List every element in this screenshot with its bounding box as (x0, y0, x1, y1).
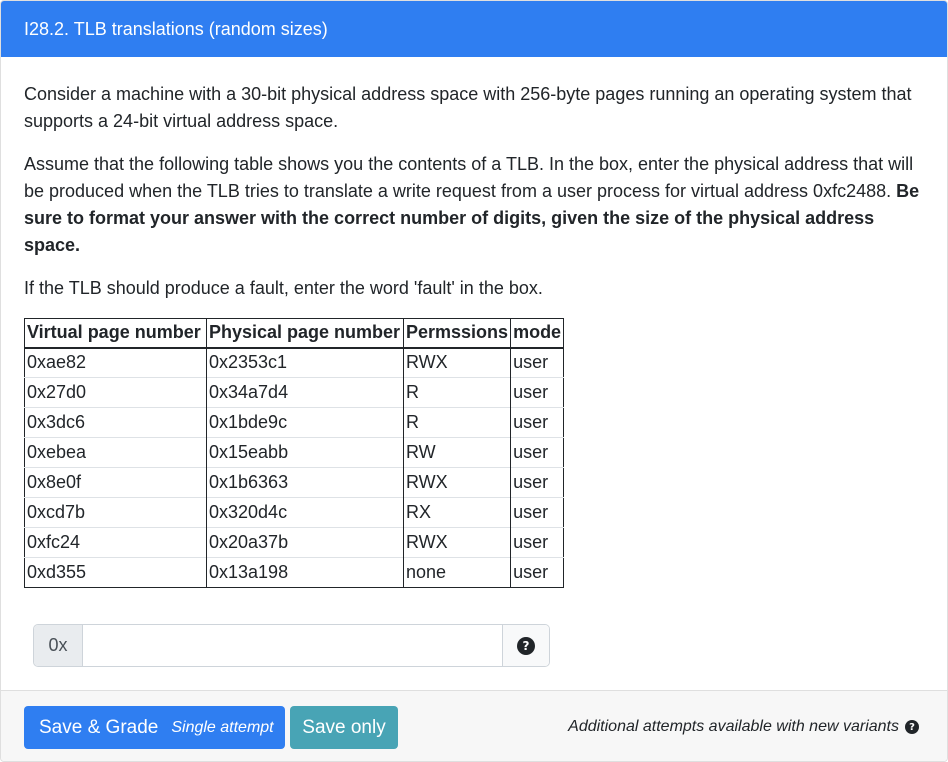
table-cell: 0xebea (24, 437, 207, 468)
table-row: 0x8e0f 0x1b6363 RWX user (24, 467, 564, 498)
save-only-button[interactable]: Save only (290, 706, 398, 749)
table-cell: user (510, 557, 564, 588)
table-cell: 0x1bde9c (206, 407, 404, 438)
question-card: I28.2. TLB translations (random sizes) C… (0, 0, 948, 762)
question-paragraph-3: If the TLB should produce a fault, enter… (24, 278, 543, 298)
question-paragraph-2-text: Assume that the following table shows yo… (24, 154, 914, 201)
table-cell: user (510, 377, 564, 408)
table-row: 0x27d0 0x34a7d4 R user (24, 377, 564, 408)
table-cell: R (403, 377, 512, 408)
table-cell: RW (403, 437, 512, 468)
table-cell: 0x20a37b (206, 527, 404, 558)
question-paragraph-2: Assume that the following table shows yo… (24, 151, 924, 259)
table-row: 0xcd7b 0x320d4c RX user (24, 497, 564, 528)
table-cell: 0x15eabb (206, 437, 404, 468)
table-cell: 0xae82 (24, 347, 207, 378)
question-circle-icon: ? (517, 636, 535, 655)
table-cell: R (403, 407, 512, 438)
table-cell: 0x320d4c (206, 497, 404, 528)
table-cell: 0x8e0f (24, 467, 207, 498)
table-cell: 0x27d0 (24, 377, 207, 408)
question-header: I28.2. TLB translations (random sizes) (1, 1, 947, 57)
table-cell: 0x34a7d4 (206, 377, 404, 408)
table-cell: none (403, 557, 512, 588)
column-header: Physical page number (206, 318, 404, 349)
save-and-grade-button[interactable]: Save & Grade Single attempt (24, 706, 285, 749)
table-header-row: Virtual page number Physical page number… (24, 318, 564, 349)
question-footer: Save & Grade Single attempt Save only Ad… (1, 690, 947, 761)
attempts-text: Additional attempts available with new v… (568, 718, 899, 735)
table-cell: 0x3dc6 (24, 407, 207, 438)
question-body: Consider a machine with a 30-bit physica… (1, 57, 947, 588)
table-cell: 0x13a198 (206, 557, 404, 588)
table-cell: 0x1b6363 (206, 467, 404, 498)
table-cell: user (510, 497, 564, 528)
table-cell: user (510, 347, 564, 378)
table-cell: user (510, 437, 564, 468)
table-cell: 0x2353c1 (206, 347, 404, 378)
column-header: Permssions (403, 318, 512, 349)
table-row: 0xfc24 0x20a37b RWX user (24, 527, 564, 558)
column-header: mode (510, 318, 564, 349)
table-row: 0xae82 0x2353c1 RWX user (24, 347, 564, 378)
table-cell: 0xd355 (24, 557, 207, 588)
answer-input-group: 0x ? (33, 624, 550, 667)
table-cell: user (510, 527, 564, 558)
table-row: 0xebea 0x15eabb RW user (24, 437, 564, 468)
help-button[interactable]: ? (502, 625, 549, 666)
question-title: I28.2. TLB translations (random sizes) (24, 18, 328, 39)
table-cell: 0xfc24 (24, 527, 207, 558)
hex-prefix: 0x (34, 625, 83, 666)
table-row: 0x3dc6 0x1bde9c R user (24, 407, 564, 438)
table-cell: RWX (403, 347, 512, 378)
table-cell: 0xcd7b (24, 497, 207, 528)
question-circle-icon[interactable]: ? (905, 720, 919, 734)
attempts-info: Additional attempts available with new v… (568, 718, 919, 736)
table-row: 0xd355 0x13a198 none user (24, 557, 564, 588)
table-cell: user (510, 467, 564, 498)
answer-input[interactable] (83, 625, 502, 666)
table-cell: user (510, 407, 564, 438)
single-attempt-note: Single attempt (171, 718, 274, 736)
tlb-table: Virtual page number Physical page number… (24, 318, 565, 588)
table-cell: RX (403, 497, 512, 528)
column-header: Virtual page number (24, 318, 207, 349)
save-and-grade-label: Save & Grade (39, 716, 159, 738)
question-paragraph-1: Consider a machine with a 30-bit physica… (24, 84, 912, 131)
table-cell: RWX (403, 467, 512, 498)
table-cell: RWX (403, 527, 512, 558)
